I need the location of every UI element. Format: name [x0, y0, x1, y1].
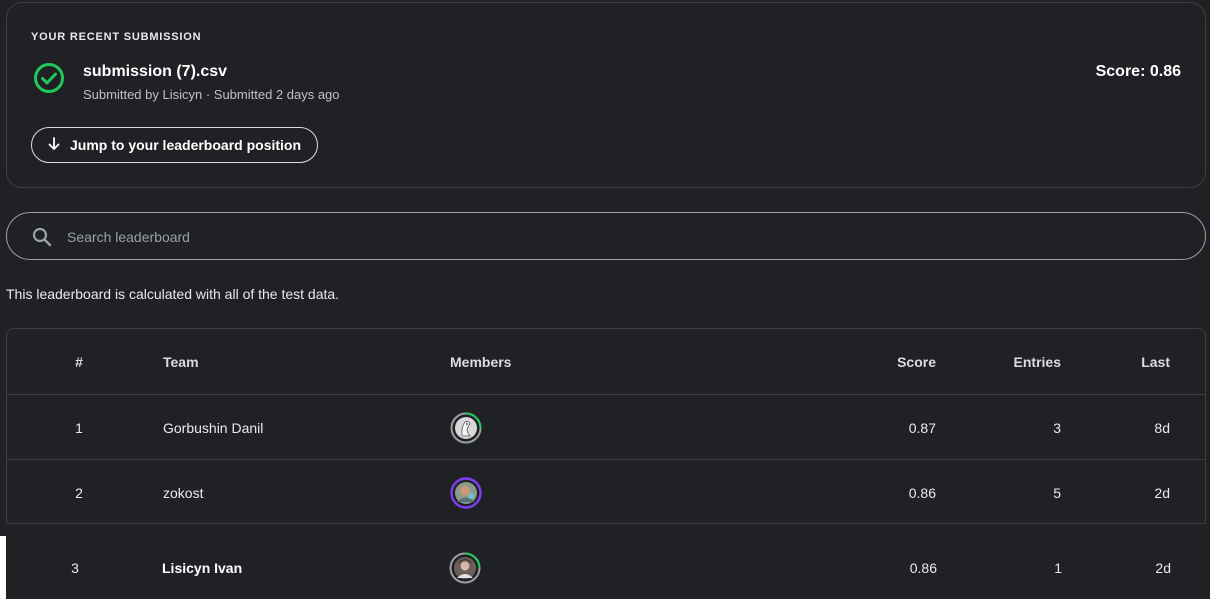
jump-to-position-button[interactable]: Jump to your leaderboard position	[31, 127, 319, 163]
search-icon	[31, 226, 53, 248]
table-header-row: # Team Members Score Entries Last	[7, 329, 1205, 394]
row-members	[449, 536, 481, 599]
avatar[interactable]	[450, 412, 482, 444]
arrow-down-icon	[46, 136, 62, 155]
row-entries: 1	[1054, 559, 1062, 576]
row-rank: 3	[71, 559, 79, 576]
submission-file-name[interactable]: submission (7).csv	[83, 63, 227, 81]
row-last: 8d	[1154, 419, 1170, 436]
header-members: Members	[450, 353, 512, 370]
current-user-row[interactable]: 3 Lisicyn Ivan 0.86 1 2d	[0, 536, 1206, 599]
table-row[interactable]: 2 zokost 0.86 5 2d	[7, 459, 1205, 524]
avatar[interactable]	[449, 552, 481, 584]
search-input[interactable]	[67, 225, 1187, 249]
row-team[interactable]: Lisicyn Ivan	[162, 536, 242, 599]
row-entries: 3	[1053, 419, 1061, 436]
leaderboard-search[interactable]	[6, 212, 1206, 260]
check-circle-icon	[33, 62, 65, 94]
row-last: 2d	[1155, 559, 1171, 576]
leaderboard-table: # Team Members Score Entries Last 1 Gorb…	[6, 328, 1206, 524]
recent-submission-heading: YOUR RECENT SUBMISSION	[31, 31, 202, 43]
header-entries[interactable]: Entries	[1014, 329, 1061, 394]
row-members	[450, 395, 482, 460]
table-row[interactable]: 1 Gorbushin Danil 0.87 3 8d	[7, 394, 1205, 459]
row-score: 0.87	[908, 419, 936, 436]
jump-button-label: Jump to your leaderboard position	[70, 137, 302, 153]
header-last[interactable]: Last	[1141, 329, 1170, 394]
row-team[interactable]: Gorbushin Danil	[163, 395, 263, 460]
row-rank: 1	[75, 419, 83, 436]
submission-score: Score: 0.86	[1095, 63, 1181, 80]
row-team[interactable]: zokost	[163, 460, 203, 525]
row-entries: 5	[1053, 484, 1061, 501]
header-team[interactable]: Team	[163, 329, 199, 394]
recent-submission-card: YOUR RECENT SUBMISSION submission (7).cs…	[6, 2, 1206, 188]
header-rank[interactable]: #	[7, 329, 151, 394]
header-score[interactable]: Score	[897, 329, 936, 394]
leaderboard-note: This leaderboard is calculated with all …	[6, 286, 340, 302]
row-last: 2d	[1154, 484, 1170, 501]
row-members	[450, 460, 482, 525]
avatar[interactable]	[450, 476, 482, 509]
submission-meta: Submitted by Lisicyn · Submitted 2 days …	[83, 87, 340, 102]
row-rank: 2	[75, 484, 83, 501]
row-score: 0.86	[909, 559, 937, 576]
row-score: 0.86	[908, 484, 936, 501]
